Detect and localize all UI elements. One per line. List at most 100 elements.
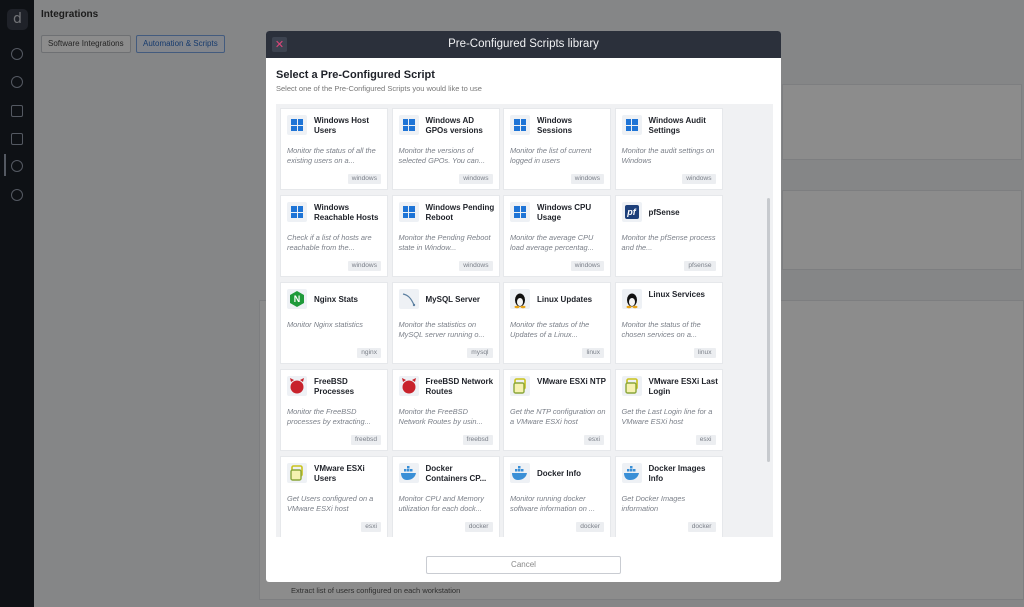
script-card-name: Windows Sessions [537,116,573,135]
script-card-name: Windows CPU Usage [537,203,592,222]
script-card-description: Monitor the status of all the existing u… [287,146,376,165]
windows-icon [510,115,530,135]
script-card-name: Windows Reachable Hosts [314,203,379,222]
mysql-icon [398,289,419,309]
script-card[interactable]: VMware ESXi NTP Get the NTP configuration… [503,369,611,451]
script-card-name: FreeBSD Processes [314,377,355,396]
script-card-name: Linux Services [648,290,705,299]
script-card-name: VMware ESXi Users [314,464,365,483]
script-card-name: Windows Pending Reboot [425,203,495,222]
script-card[interactable]: Windows Sessions Monitor the list of curr… [503,108,611,190]
script-card[interactable]: Linux Updates Monitor the status of the U… [503,282,611,364]
modal-heading: Select a Pre-Configured Script [276,69,435,81]
script-card-description: Monitor the statistics on MySQL server r… [398,320,485,339]
script-card-name: VMware ESXi Last Login [648,377,718,396]
vmware-icon [510,376,530,396]
script-card-description: Monitor the status of the Updates of a L… [510,320,590,339]
script-card-tag: windows [682,174,716,184]
script-card[interactable]: pf pfSense Monitor the pfSense process and… [614,195,723,277]
script-card-description: Get the NTP configuration on a VMware ES… [510,407,606,426]
script-card-tag: docker [464,522,493,532]
script-card-tag: linux [693,348,716,358]
windows-icon [287,115,307,135]
windows-icon [510,202,530,222]
script-card-tag: nginx [357,348,381,358]
script-card-name: Docker Containers CP... [425,464,487,483]
vmware-icon [287,463,307,483]
script-card-tag: windows [347,174,381,184]
scrollbar[interactable] [767,198,770,462]
script-card-description: Get Docker Images information [621,494,686,513]
script-card-description: Monitor the pfSense process and the... [621,233,716,252]
script-card-tag: windows [570,174,604,184]
script-card-description: Get the Last Login line for a VMware ESX… [621,407,713,426]
script-card-tag: esxi [361,522,381,532]
script-card[interactable]: N Nginx Stats Monitor Nginx statistics ngin… [280,282,388,364]
modal-subheading: Select one of the Pre-Configured Scripts… [276,84,482,93]
script-card[interactable]: Linux Services Monitor the status of the … [614,282,723,364]
scripts-library-modal: ✕ Pre-Configured Scripts library Select … [266,31,781,582]
script-card-description: Monitor the list of current logged in us… [510,146,592,165]
script-card-name: Windows Host Users [314,116,370,135]
script-card-tag: linux [582,348,604,358]
docker-icon [510,463,530,483]
script-card[interactable]: Windows Reachable Hosts Check if a list o… [280,195,388,277]
script-card-name: Docker Images Info [648,464,706,483]
cancel-button[interactable]: Cancel [426,556,621,574]
script-card-name: FreeBSD Network Routes [425,377,494,396]
script-card[interactable]: Docker Containers CP... Monitor CPU and M… [391,456,500,537]
script-card-tag: freebsd [351,435,381,445]
modal-header: ✕ Pre-Configured Scripts library [266,31,781,58]
script-card-description: Monitor CPU and Memory utilization for e… [398,494,484,513]
script-card[interactable]: VMware ESXi Users Get Users configured on… [280,456,388,537]
script-card-tag: mysql [467,348,493,358]
script-card[interactable]: Windows Host Users Monitor the status of … [280,108,388,190]
script-card-name: VMware ESXi NTP [537,377,606,386]
script-card[interactable]: Windows Audit Settings Monitor the audit … [614,108,723,190]
script-card[interactable]: VMware ESXi Last Login Get the Last Login… [614,369,723,451]
script-card-tag: windows [459,174,493,184]
scripts-grid: Windows Host Users Monitor the status of … [276,104,773,537]
script-card[interactable]: FreeBSD Processes Monitor the FreeBSD pro… [280,369,388,451]
script-card[interactable]: Windows Pending Reboot Monitor the Pendin… [391,195,500,277]
vmware-icon [621,376,642,396]
script-card-name: Docker Info [537,469,582,478]
script-card-description: Monitor the FreeBSD processes by extract… [287,407,371,426]
script-card-description: Monitor the Pending Reboot state in Wind… [398,233,491,252]
script-card-name: Nginx Stats [314,295,359,304]
script-card-description: Monitor the audit settings on Windows [621,146,715,165]
script-card-name: Linux Updates [537,295,593,304]
script-card-tag: windows [459,261,493,271]
script-card-tag: esxi [584,435,604,445]
docker-icon [621,463,642,483]
script-card-name: MySQL Server [425,295,481,304]
script-card[interactable]: Docker Info Monitor running docker softwa… [503,456,611,537]
freebsd-icon [398,376,419,396]
script-card-tag: windows [347,261,381,271]
nginx-icon: N [287,289,307,309]
script-card-description: Monitor the FreeBSD Network Routes by us… [398,407,483,426]
script-card-name: Windows AD GPOs versions [425,116,483,135]
freebsd-icon [287,376,307,396]
script-card-name: Windows Audit Settings [648,116,706,135]
script-card[interactable]: Docker Images Info Get Docker Images info… [614,456,723,537]
linux-icon [510,289,530,309]
script-card[interactable]: MySQL Server Monitor the statistics on My… [391,282,500,364]
script-card-description: Monitor the status of the chosen service… [621,320,701,339]
script-card-description: Monitor running docker software informat… [510,494,596,513]
script-card-tag: docker [576,522,604,532]
script-card-description: Get Users configured on a VMware ESXi ho… [287,494,374,513]
script-card[interactable]: Windows CPU Usage Monitor the average CPU… [503,195,611,277]
script-card-description: Monitor Nginx statistics [287,320,363,329]
script-card-tag: windows [570,261,604,271]
modal-title: Pre-Configured Scripts library [448,38,599,50]
script-card[interactable]: FreeBSD Network Routes Monitor the FreeBS… [391,369,500,451]
windows-icon [621,115,642,135]
script-card-description: Monitor the versions of selected GPOs. Y… [398,146,486,165]
windows-icon [398,115,419,135]
script-card-description: Check if a list of hosts are reachable f… [287,233,372,252]
docker-icon [398,463,419,483]
pfsense-icon: pf [621,202,642,222]
script-card-tag: docker [687,522,716,532]
script-card[interactable]: Windows AD GPOs versions Monitor the vers… [391,108,500,190]
